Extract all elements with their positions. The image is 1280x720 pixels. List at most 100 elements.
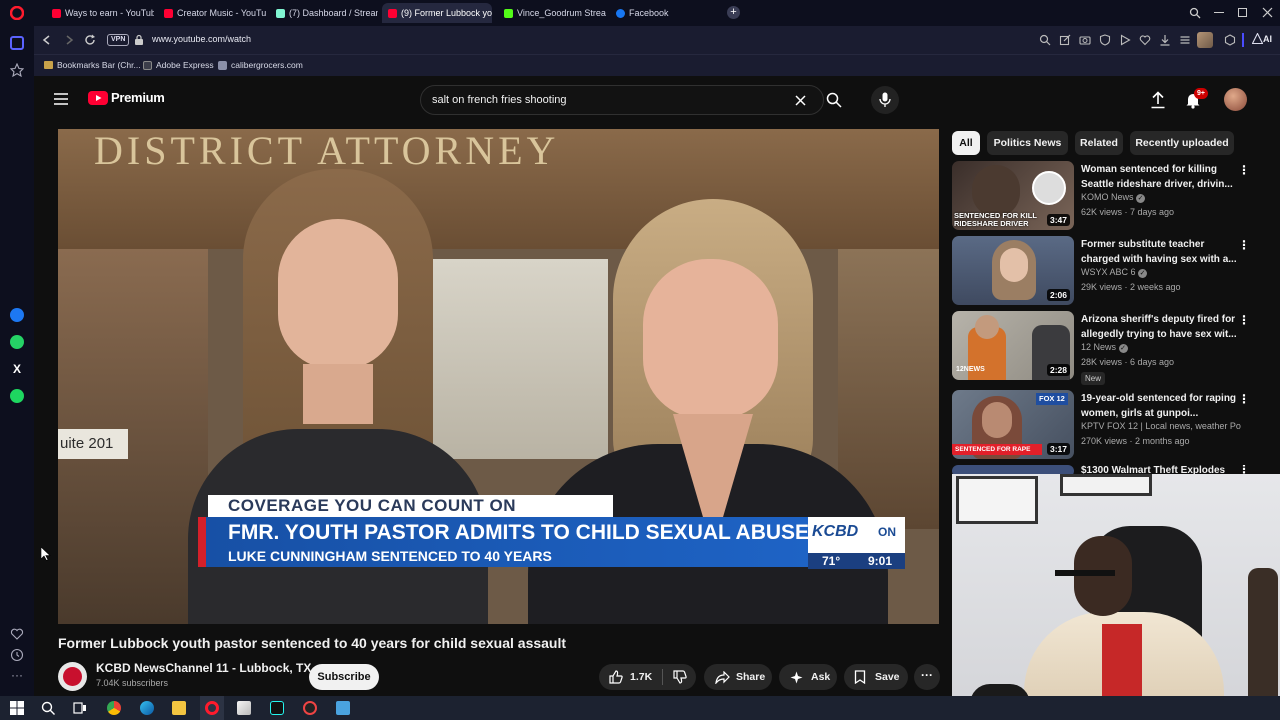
recommendation-title[interactable]: 19-year-old sentenced for raping women, …	[1081, 391, 1239, 421]
obs-icon[interactable]	[303, 701, 317, 715]
taskbar-search-icon[interactable]	[41, 701, 55, 715]
search-box[interactable]: salt on french fries shooting	[420, 85, 824, 115]
voice-search-button[interactable]	[871, 86, 899, 114]
tiktok-icon[interactable]	[270, 701, 284, 715]
youtube-premium-logo[interactable]: Premium	[88, 90, 165, 105]
ask-button[interactable]: Ask	[779, 664, 837, 690]
upload-icon[interactable]	[1150, 91, 1166, 109]
edit-icon[interactable]	[1059, 34, 1071, 46]
file-explorer-icon[interactable]	[172, 701, 186, 715]
person-shirt	[1102, 624, 1142, 704]
search-tabs-icon[interactable]	[1189, 7, 1201, 19]
clear-search-icon[interactable]	[795, 95, 806, 106]
chip-related[interactable]: Related	[1075, 131, 1123, 155]
more-options-icon[interactable]: ⋮	[1238, 238, 1250, 252]
browser-tab[interactable]: Facebook	[610, 3, 718, 23]
lock-icon[interactable]	[134, 34, 144, 46]
browser-tab[interactable]: (7) Dashboard / Streamlab	[270, 3, 378, 23]
heart-icon[interactable]	[10, 627, 24, 641]
store-icon[interactable]	[237, 701, 251, 715]
spotify-icon[interactable]	[10, 389, 24, 403]
taskbar-active-app[interactable]	[200, 696, 224, 720]
bookmark-item[interactable]: calibergrocers.com	[218, 60, 303, 70]
search-input[interactable]: salt on french fries shooting	[432, 94, 567, 106]
search-icon[interactable]	[826, 92, 842, 108]
recommendation-title[interactable]: Former substitute teacher charged with h…	[1081, 237, 1239, 267]
play-icon[interactable]	[1119, 34, 1131, 46]
task-view-icon[interactable]	[73, 701, 87, 715]
thumbnail-channel-logo: FOX 12	[1036, 393, 1068, 405]
chip-politics-news[interactable]: Politics News	[987, 131, 1068, 155]
windows-start-icon[interactable]	[10, 701, 24, 715]
more-options-icon[interactable]: ⋮	[1238, 313, 1250, 327]
account-avatar[interactable]	[1224, 88, 1247, 111]
messenger-icon[interactable]	[10, 308, 24, 322]
recommendation-channel[interactable]: WSYX ABC 6 ✓	[1081, 267, 1148, 278]
recommendation-channel[interactable]: KPTV FOX 12 | Local news, weather Portl.…	[1081, 421, 1241, 431]
close-window-icon[interactable]	[1262, 7, 1273, 18]
extension-icon[interactable]	[1224, 34, 1236, 46]
browser-tab[interactable]: Creator Music - YouTube Stu	[158, 3, 266, 23]
ai-label: AI	[1263, 33, 1272, 44]
shield-icon[interactable]	[1099, 34, 1111, 46]
video-thumbnail[interactable]: 2:06	[952, 236, 1074, 305]
heart-icon[interactable]	[1139, 34, 1151, 46]
bookmark-item[interactable]: Adobe Express	[143, 60, 214, 70]
hamburger-menu-icon[interactable]	[54, 93, 68, 105]
recommendation-channel[interactable]: KOMO News ✓	[1081, 192, 1146, 203]
whatsapp-icon[interactable]	[10, 335, 24, 349]
share-button[interactable]: Share	[704, 664, 772, 690]
edge-icon[interactable]	[140, 701, 154, 715]
channel-name[interactable]: KCBD NewsChannel 11 - Lubbock, TX	[96, 661, 311, 675]
bookmark-star-icon[interactable]	[10, 63, 24, 77]
home-icon[interactable]	[10, 36, 24, 50]
app-window-icon[interactable]	[336, 701, 350, 715]
dislike-button[interactable]	[663, 664, 696, 690]
recommendation-item[interactable]: FOX 12 SENTENCED FOR RAPE 3:17 19-year-o…	[952, 390, 1252, 460]
video-thumbnail[interactable]: SENTENCED FOR KILL RIDESHARE DRIVER 3:47	[952, 161, 1074, 230]
history-clock-icon[interactable]	[10, 648, 24, 662]
url-field[interactable]: www.youtube.com/watch	[152, 34, 251, 44]
recommendation-item[interactable]: SENTENCED FOR KILL RIDESHARE DRIVER 3:47…	[952, 161, 1252, 231]
subscribe-button[interactable]: Subscribe	[309, 664, 379, 690]
reload-icon[interactable]	[84, 34, 96, 46]
browser-tab-active[interactable]: (9) Former Lubbock you	[382, 3, 492, 23]
download-icon[interactable]	[1159, 34, 1171, 46]
channel-avatar[interactable]	[58, 662, 87, 691]
video-thumbnail[interactable]: 12NEWS 2:28	[952, 311, 1074, 380]
camera-icon[interactable]	[1079, 34, 1091, 46]
more-options-icon[interactable]: ···	[10, 669, 24, 684]
recommendation-item[interactable]: 12NEWS 2:28 Arizona sheriff's deputy fir…	[952, 311, 1252, 396]
recommendation-channel[interactable]: 12 News ✓	[1081, 342, 1128, 353]
profile-avatar[interactable]	[1197, 32, 1213, 48]
recommendation-title[interactable]: Woman sentenced for killing Seattle ride…	[1081, 162, 1239, 192]
bookmark-item[interactable]: Bookmarks Bar (Chr...	[44, 60, 141, 70]
x-twitter-icon[interactable]: X	[10, 362, 24, 376]
menu-icon[interactable]	[1179, 34, 1191, 46]
opera-logo-icon[interactable]	[10, 6, 24, 20]
like-button[interactable]: 1.7K	[599, 664, 662, 690]
forward-icon[interactable]	[63, 34, 75, 46]
search-icon[interactable]	[1039, 34, 1051, 46]
save-button[interactable]: Save	[844, 664, 908, 690]
back-icon[interactable]	[41, 34, 53, 46]
streamlabs-icon	[276, 8, 285, 18]
more-options-icon[interactable]: ⋮	[1238, 392, 1250, 406]
browser-tab[interactable]: Vince_Goodrum Stream -	[498, 3, 606, 23]
more-actions-button[interactable]: ···	[914, 664, 940, 690]
more-options-icon[interactable]: ⋮	[1238, 163, 1250, 177]
chrome-icon[interactable]	[107, 701, 121, 715]
recommendation-item[interactable]: 2:06 Former substitute teacher charged w…	[952, 236, 1252, 306]
vpn-badge[interactable]: VPN	[107, 34, 130, 46]
chip-recently-uploaded[interactable]: Recently uploaded	[1130, 131, 1234, 155]
aria-ai-button[interactable]: AI	[1252, 33, 1272, 44]
new-tab-button[interactable]: +	[727, 6, 740, 19]
browser-tab[interactable]: Ways to earn - YouTube Stu	[46, 3, 154, 23]
video-thumbnail[interactable]: FOX 12 SENTENCED FOR RAPE 3:17	[952, 390, 1074, 459]
recommendation-title[interactable]: Arizona sheriff's deputy fired for alleg…	[1081, 312, 1239, 342]
maximize-icon[interactable]	[1238, 8, 1247, 17]
banner-top: COVERAGE YOU CAN COUNT ON	[208, 495, 613, 517]
minimize-icon[interactable]	[1214, 12, 1224, 13]
video-player[interactable]: DISTRICT ATTORNEY uite 201 COVERAGE YOU …	[58, 129, 939, 624]
chip-all[interactable]: All	[952, 131, 980, 155]
